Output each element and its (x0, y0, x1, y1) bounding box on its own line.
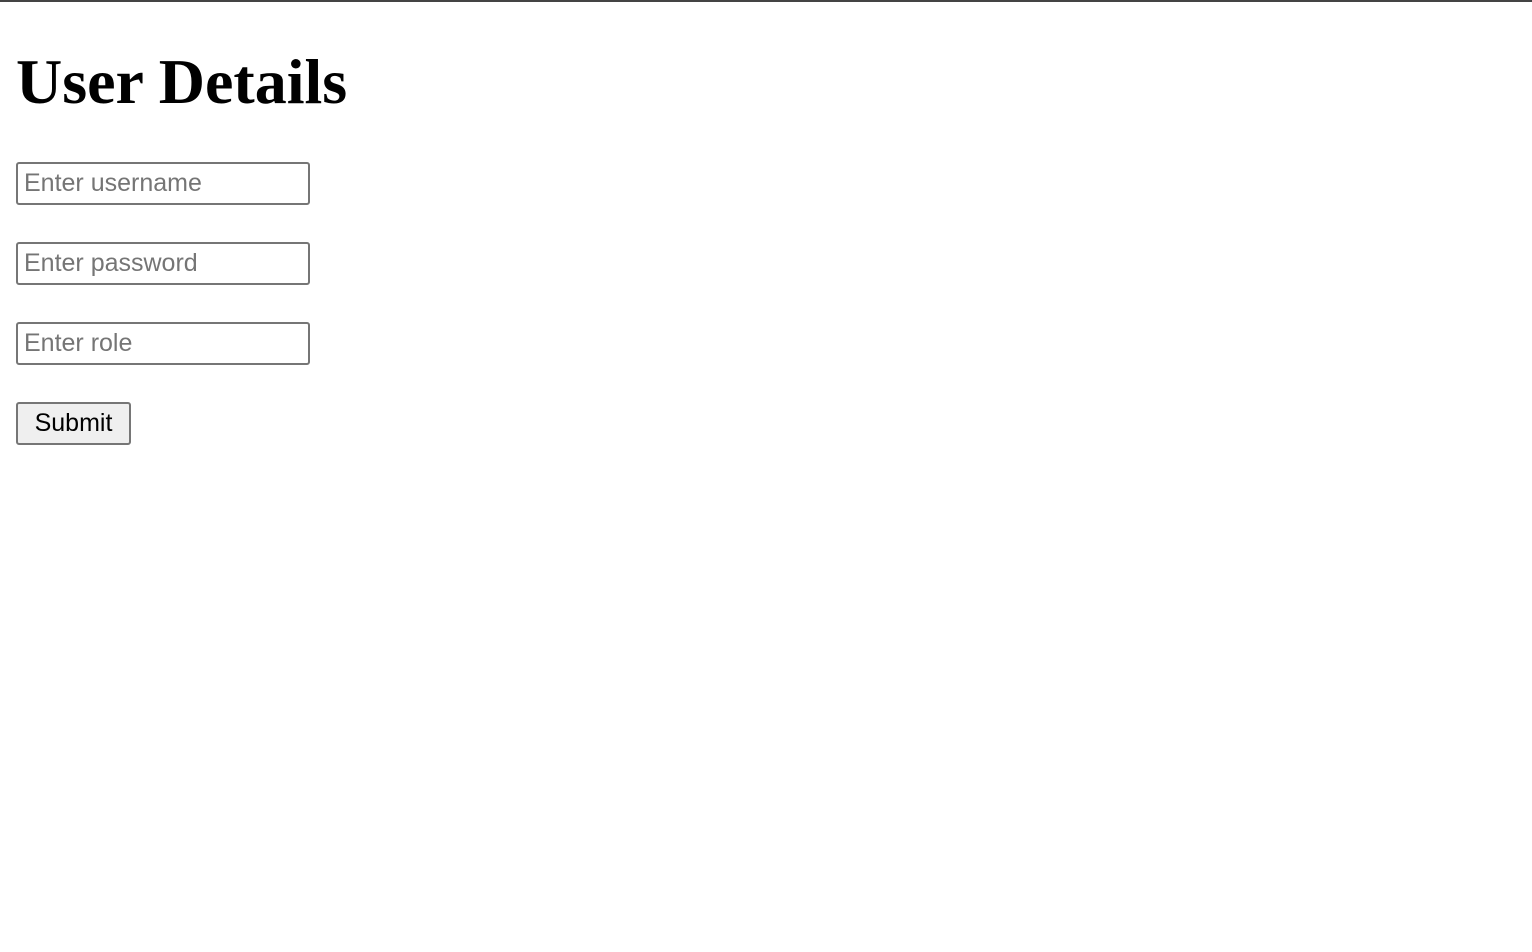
role-input[interactable] (16, 322, 310, 365)
submit-button[interactable]: Submit (16, 402, 131, 445)
top-divider (0, 0, 1532, 2)
username-input[interactable] (16, 162, 310, 205)
page-title: User Details (16, 46, 348, 117)
password-input[interactable] (16, 242, 310, 285)
